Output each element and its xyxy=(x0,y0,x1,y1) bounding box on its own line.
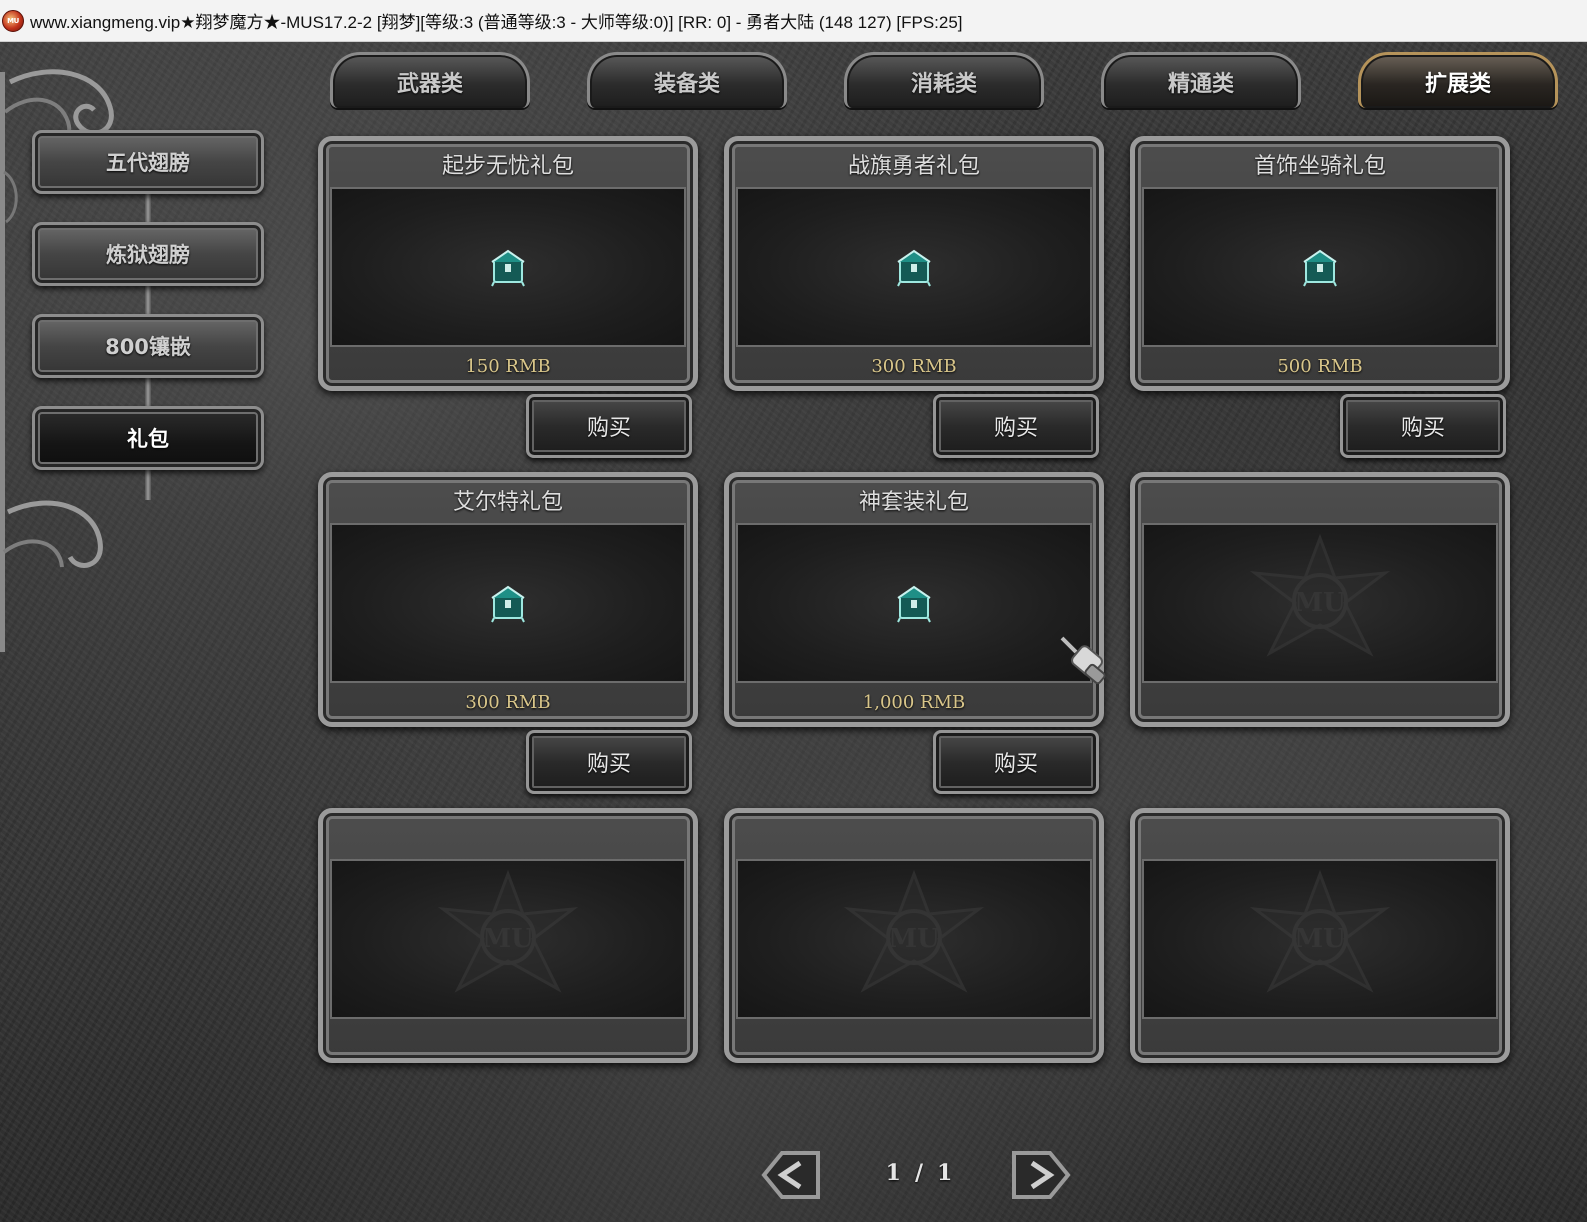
svg-text:MU: MU xyxy=(888,924,940,954)
item-slot: 战旗勇者礼包 300 RMB xyxy=(724,136,1104,391)
mu-emblem-icon: MU xyxy=(1249,533,1391,657)
item-title: 战旗勇者礼包 xyxy=(847,154,980,179)
empty-item-slot: MU xyxy=(1130,808,1510,1063)
item-slot: 神套装礼包 1,000 RMB xyxy=(724,472,1104,727)
side-item-purgatory-wings[interactable]: 炼狱翅膀 xyxy=(32,222,264,286)
page-separator: / xyxy=(914,1160,926,1186)
tab-extension[interactable]: 扩展类 xyxy=(1358,52,1558,108)
app-icon: MU xyxy=(2,9,24,32)
svg-text:MU: MU xyxy=(482,924,534,954)
chest-icon xyxy=(897,585,931,623)
mu-emblem-icon: MU xyxy=(1249,869,1391,993)
buy-button[interactable]: 购买 xyxy=(526,730,692,794)
tab-weapons[interactable]: 武器类 xyxy=(330,52,530,108)
chest-icon xyxy=(491,585,525,623)
mu-emblem-icon: MU xyxy=(437,869,579,993)
game-viewport: 武器类 装备类 消耗类 精通类 扩展类 五代翅膀 炼狱翅膀 800镶嵌 礼包 起… xyxy=(0,42,1587,1222)
prev-page-button[interactable] xyxy=(760,1147,822,1203)
item-preview: MU xyxy=(736,859,1092,1019)
side-item-gift-pack[interactable]: 礼包 xyxy=(32,406,264,470)
chest-icon xyxy=(1303,249,1337,287)
item-price: 300 RMB xyxy=(465,692,551,713)
next-page-button[interactable] xyxy=(1010,1147,1072,1203)
item-preview: MU xyxy=(1142,523,1498,683)
side-item-fifth-wings[interactable]: 五代翅膀 xyxy=(32,130,264,194)
page-current: 1 xyxy=(885,1160,903,1186)
item-price: 150 RMB xyxy=(465,356,551,377)
item-preview[interactable] xyxy=(330,523,686,683)
item-preview: MU xyxy=(330,859,686,1019)
item-title: 神套装礼包 xyxy=(858,490,969,515)
item-slot: 艾尔特礼包 300 RMB xyxy=(318,472,698,727)
item-price: 1,000 RMB xyxy=(862,692,966,713)
side-item-800-inlay[interactable]: 800镶嵌 xyxy=(32,314,264,378)
item-slot: 首饰坐骑礼包 500 RMB xyxy=(1130,136,1510,391)
pager: 1 / 1 xyxy=(760,1142,1080,1212)
buy-button[interactable]: 购买 xyxy=(526,394,692,458)
empty-item-slot: MU xyxy=(318,808,698,1063)
item-title: 首饰坐骑礼包 xyxy=(1253,154,1386,179)
item-preview: MU xyxy=(1142,859,1498,1019)
empty-item-slot: MU xyxy=(724,808,1104,1063)
buy-button[interactable]: 购买 xyxy=(933,394,1099,458)
tab-equipment[interactable]: 装备类 xyxy=(587,52,787,108)
chest-icon xyxy=(491,249,525,287)
svg-text:MU: MU xyxy=(1294,924,1346,954)
item-title: 起步无忧礼包 xyxy=(441,154,574,179)
tab-consumables[interactable]: 消耗类 xyxy=(844,52,1044,108)
item-price: 500 RMB xyxy=(1277,356,1363,377)
chest-icon xyxy=(897,249,931,287)
mu-emblem-icon: MU xyxy=(843,869,985,993)
item-preview[interactable] xyxy=(736,523,1092,683)
item-title: 艾尔特礼包 xyxy=(452,490,563,515)
window-title: www.xiangmeng.vip★翔梦魔方★-MUS17.2-2 [翔梦][等… xyxy=(30,13,963,32)
page-indicator: 1 / 1 xyxy=(865,1160,975,1186)
item-slot: 起步无忧礼包 150 RMB xyxy=(318,136,698,391)
page-total: 1 xyxy=(937,1160,955,1186)
svg-text:MU: MU xyxy=(1294,588,1346,618)
item-preview[interactable] xyxy=(736,187,1092,347)
item-price: 300 RMB xyxy=(871,356,957,377)
empty-item-slot: MU xyxy=(1130,472,1510,727)
tab-mastery[interactable]: 精通类 xyxy=(1101,52,1301,108)
window-titlebar: MU www.xiangmeng.vip★翔梦魔方★-MUS17.2-2 [翔梦… xyxy=(0,0,1587,42)
buy-button[interactable]: 购买 xyxy=(1340,394,1506,458)
buy-button[interactable]: 购买 xyxy=(933,730,1099,794)
item-preview[interactable] xyxy=(1142,187,1498,347)
game-cursor-icon xyxy=(1060,636,1106,685)
item-preview[interactable] xyxy=(330,187,686,347)
